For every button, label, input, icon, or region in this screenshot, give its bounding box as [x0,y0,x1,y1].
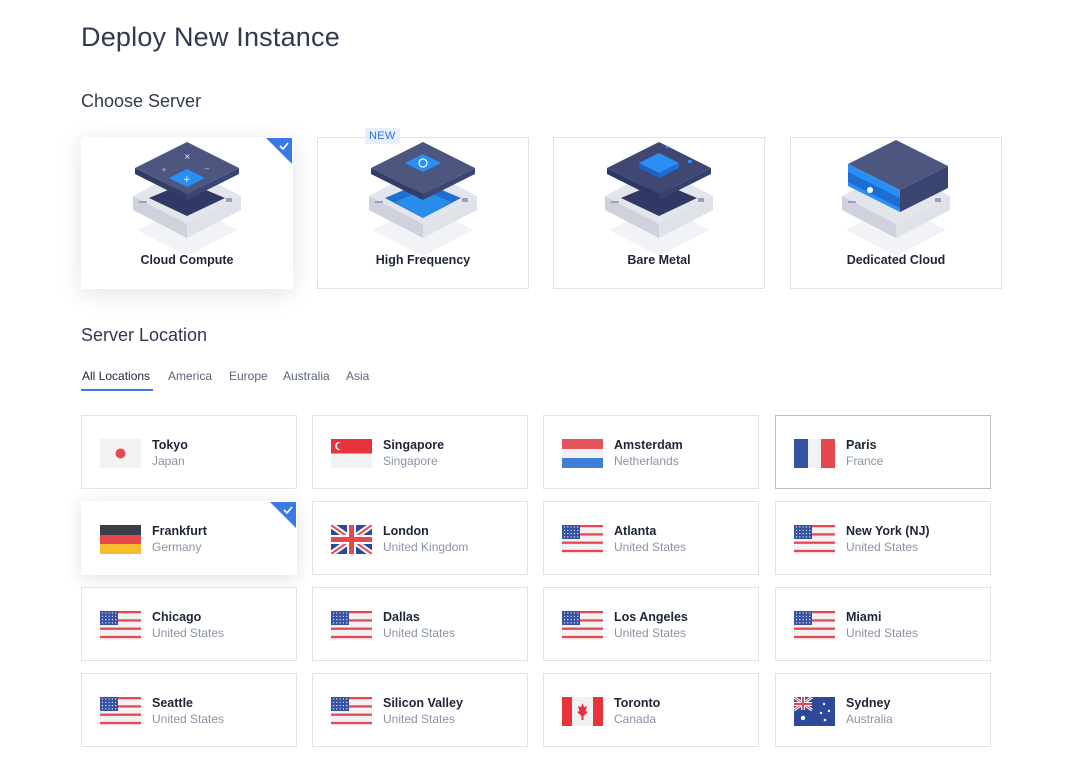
us-flag-icon [331,697,372,726]
singapore-flag-icon [331,439,372,468]
location-list: Tokyo Japan Singapore Singapore Amsterda… [81,415,992,749]
canada-flag-icon [562,697,603,726]
location-country: Germany [152,540,202,554]
japan-flag-icon [100,439,141,468]
location-country: United States [614,540,687,554]
us-flag-icon [794,611,835,640]
choose-server-title: Choose Server [81,91,202,111]
location-country: United States [383,626,456,640]
location-card-seattle[interactable]: Seattle United States [81,673,297,747]
location-city: Chicago [152,610,202,624]
location-country: United States [152,626,225,640]
france-flag-icon [794,439,835,468]
location-card-london[interactable]: London United Kingdom [312,501,528,575]
server-card-label: Bare Metal [627,253,691,267]
uk-flag-icon [331,525,372,554]
location-card-paris[interactable]: Paris France [775,415,991,489]
bare-metal-illustration [605,142,713,256]
location-city: Los Angeles [614,610,688,624]
location-city: Silicon Valley [383,696,463,710]
location-country: Australia [846,712,893,726]
location-city: Amsterdam [614,438,683,452]
server-location-title: Server Location [81,325,208,345]
svg-text:+: + [183,175,191,185]
us-flag-icon [100,697,141,726]
location-card-frankfurt[interactable]: Frankfurt Germany [81,501,297,575]
cloud-compute-illustration: × ÷ − + [133,142,241,256]
location-card-toronto[interactable]: Toronto Canada [543,673,759,747]
us-flag-icon [100,611,141,640]
location-card-dallas[interactable]: Dallas United States [312,587,528,661]
us-flag-icon [562,525,603,554]
location-card-singapore[interactable]: Singapore Singapore [312,415,528,489]
selected-check-icon [270,502,296,528]
germany-flag-icon [100,525,141,554]
tab-asia[interactable]: Asia [346,369,369,383]
tab-europe[interactable]: Europe [229,369,268,383]
location-city: Frankfurt [152,524,207,538]
location-city: Atlanta [614,524,657,538]
high-frequency-illustration [369,142,477,256]
location-country: United Kingdom [383,540,469,554]
server-card-label: High Frequency [375,253,471,267]
location-card-new-york[interactable]: New York (NJ) United States [775,501,991,575]
location-city: Singapore [383,438,445,452]
location-city: Seattle [152,696,193,710]
location-country: Japan [152,454,185,468]
server-card-label: Cloud Compute [140,253,234,267]
location-country: United States [383,712,456,726]
us-flag-icon [562,611,603,640]
selected-check-icon [266,138,292,164]
server-card-label: Dedicated Cloud [846,253,946,267]
location-city: Toronto [614,696,661,710]
location-card-amsterdam[interactable]: Amsterdam Netherlands [543,415,759,489]
australia-flag-icon [794,697,835,726]
location-city: Dallas [383,610,420,624]
location-card-los-angeles[interactable]: Los Angeles United States [543,587,759,661]
location-country: United States [846,626,919,640]
tab-australia[interactable]: Australia [283,369,330,383]
tab-all-locations[interactable]: All Locations [82,369,150,383]
tab-america[interactable]: America [168,369,212,383]
location-card-atlanta[interactable]: Atlanta United States [543,501,759,575]
location-city: Tokyo [152,438,188,452]
location-country: Singapore [383,454,438,468]
location-country: Netherlands [614,454,679,468]
netherlands-flag-icon [562,439,603,468]
server-card-cloud-compute[interactable]: × ÷ − + Cloud Compute [81,137,293,289]
location-city: New York (NJ) [846,524,930,538]
location-country: Canada [614,712,657,726]
location-city: Paris [846,438,877,452]
location-card-chicago[interactable]: Chicago United States [81,587,297,661]
location-country: United States [152,712,225,726]
location-card-miami[interactable]: Miami United States [775,587,991,661]
location-country: United States [614,626,687,640]
location-city: London [383,524,429,538]
server-card-high-frequency[interactable]: NEW High Frequency [317,128,529,289]
page-title: Deploy New Instance [81,22,340,52]
location-card-silicon-valley[interactable]: Silicon Valley United States [312,673,528,747]
location-card-tokyo[interactable]: Tokyo Japan [81,415,297,489]
us-flag-icon [331,611,372,640]
svg-text:÷: ÷ [161,166,167,174]
server-card-bare-metal[interactable]: Bare Metal [553,137,765,289]
svg-text:×: × [184,152,191,161]
active-tab-indicator [81,389,153,391]
dedicated-cloud-illustration [842,140,950,256]
location-city: Sydney [846,696,891,710]
location-country: United States [846,540,919,554]
location-card-sydney[interactable]: Sydney Australia [775,673,991,747]
location-country: France [846,454,884,468]
server-card-dedicated-cloud[interactable]: Dedicated Cloud [790,137,1002,289]
us-flag-icon [794,525,835,554]
svg-text:−: − [204,165,210,173]
location-city: Miami [846,610,882,624]
server-type-list: × ÷ − + Cloud Compute NEW High Frequency… [81,128,1003,291]
